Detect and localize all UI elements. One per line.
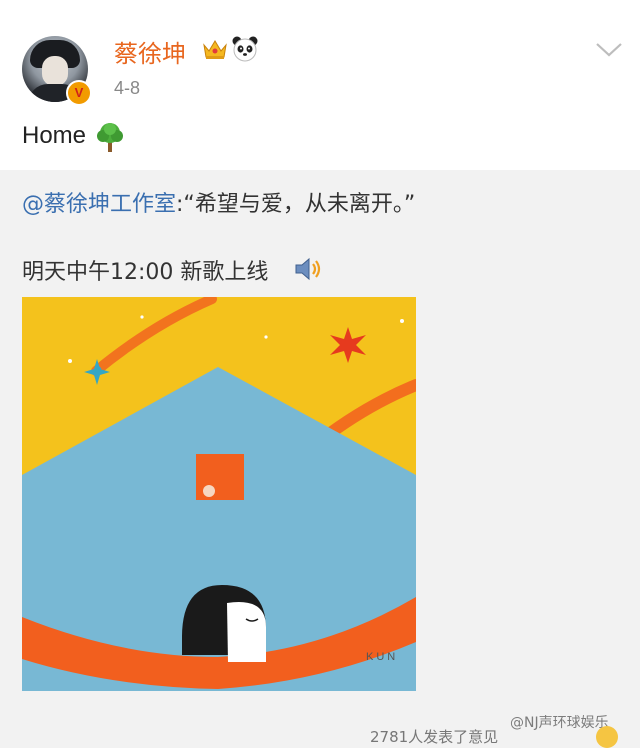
post-text: Home — [22, 122, 87, 149]
username[interactable]: 蔡徐坤 — [114, 34, 186, 69]
announcement-text: 明天中午12:00 新歌上线 — [22, 260, 269, 285]
verified-badge-icon: V — [66, 80, 92, 106]
panda-icon — [232, 36, 258, 62]
chevron-down-icon[interactable] — [594, 40, 624, 60]
watermark: @NJ声环球娱乐 — [510, 715, 609, 731]
artwork-image[interactable]: KUN — [22, 297, 416, 691]
artist-signature: KUN — [366, 651, 399, 663]
crown-icon — [203, 40, 227, 59]
mention-link[interactable]: @蔡徐坤工作室 — [22, 192, 176, 217]
repost-quote: :“希望与爱，从未离开。” — [176, 192, 416, 217]
speaker-icon — [295, 257, 321, 281]
comment-count-text[interactable]: 2781人发表了意见 — [370, 726, 498, 747]
artwork-illustration — [22, 297, 416, 691]
avatar-face — [42, 56, 68, 86]
tree-icon — [97, 123, 123, 152]
post-date: 4-8 — [114, 78, 141, 98]
repost-text: @蔡徐坤工作室:“希望与爱，从未离开。” — [22, 186, 415, 218]
emoji-icon — [596, 726, 618, 748]
